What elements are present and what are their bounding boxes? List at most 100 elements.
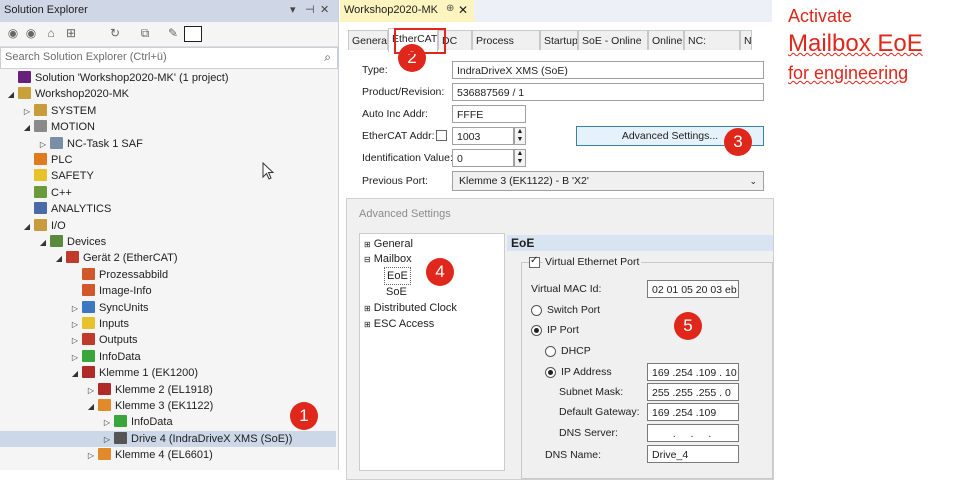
- tree-item[interactable]: ▷ Outputs: [0, 332, 336, 348]
- search-icon[interactable]: ⌕: [324, 50, 331, 65]
- ecaddr-spinner[interactable]: ▲ ▼: [514, 127, 526, 145]
- project-icon: [18, 87, 31, 100]
- properties-wrench-icon[interactable]: ✎: [166, 26, 180, 40]
- tree-item[interactable]: ▷ Klemme 4 (EL6601): [0, 447, 336, 463]
- tab-general[interactable]: General: [348, 30, 388, 50]
- ident-field[interactable]: 0: [452, 149, 514, 167]
- tab-soe-online[interactable]: SoE - Online: [578, 30, 648, 50]
- expander-icon[interactable]: ▷: [22, 104, 32, 120]
- ip-address-label: IP Address: [561, 366, 612, 378]
- tree-item[interactable]: ▷ Drive 4 (IndraDriveX XMS (SoE)): [0, 430, 336, 448]
- tree-item[interactable]: ▷ SyncUnits: [0, 300, 336, 316]
- expander-icon[interactable]: ▷: [70, 350, 80, 366]
- autoinc-field[interactable]: FFFE: [452, 105, 526, 123]
- back-icon[interactable]: ◉: [6, 26, 20, 40]
- tree-item[interactable]: PLC: [0, 152, 336, 168]
- document-tab[interactable]: Workshop2020-MK ⊕ ✕: [340, 0, 474, 22]
- tree-item[interactable]: ◢ Devices: [0, 234, 336, 250]
- ip-address-radio[interactable]: [545, 367, 556, 378]
- tree-item[interactable]: Prozessabbild: [0, 267, 336, 283]
- expander-icon[interactable]: ◢: [54, 251, 64, 267]
- product-field[interactable]: 536887569 / 1: [452, 83, 764, 101]
- dns-name-field[interactable]: Drive_4: [647, 445, 739, 463]
- expander-icon[interactable]: ▷: [70, 301, 80, 317]
- expander-icon[interactable]: ▷: [38, 137, 48, 153]
- home-icon[interactable]: ⌂: [44, 26, 58, 40]
- expander-icon[interactable]: ▷: [86, 448, 96, 464]
- close-icon[interactable]: ✕: [458, 3, 468, 17]
- expander-icon[interactable]: ▷: [102, 432, 112, 448]
- mac-field[interactable]: 02 01 05 20 03 eb: [647, 280, 739, 298]
- tree-item[interactable]: ▷ InfoData: [0, 414, 336, 430]
- tree-item-general[interactable]: ⊞ General: [364, 236, 413, 252]
- tree-item[interactable]: ANALYTICS: [0, 201, 336, 217]
- tree-item[interactable]: Image-Info: [0, 283, 336, 299]
- pin-icon[interactable]: ⊕: [446, 3, 454, 14]
- tree-item-mailbox[interactable]: ⊟ Mailbox: [364, 251, 412, 267]
- tree-item[interactable]: ◢ Klemme 3 (EK1122): [0, 398, 336, 414]
- tree-item[interactable]: ◢ MOTION: [0, 119, 336, 135]
- virtual-port-checkbox[interactable]: ✓: [529, 255, 540, 268]
- dhcp-radio[interactable]: [545, 346, 556, 357]
- expander-icon[interactable]: ◢: [86, 399, 96, 415]
- tab-startup[interactable]: Startup: [540, 30, 578, 50]
- tree-item[interactable]: Solution 'Workshop2020-MK' (1 project): [0, 70, 336, 86]
- expander-icon[interactable]: ◢: [70, 366, 80, 382]
- tree-item[interactable]: ◢ Gerät 2 (EtherCAT): [0, 250, 336, 266]
- expander-icon[interactable]: ◢: [6, 87, 16, 103]
- prevport-dropdown[interactable]: Klemme 3 (EK1122) - B 'X2' ⌄: [452, 171, 764, 191]
- dns-server-field[interactable]: . . .: [647, 424, 739, 442]
- expander-icon[interactable]: ◢: [38, 235, 48, 251]
- dropdown-arrow-icon[interactable]: ▾: [290, 3, 296, 16]
- forward-icon[interactable]: ◉: [24, 26, 38, 40]
- tree-item-esc-access[interactable]: ⊞ ESC Access: [364, 316, 434, 332]
- collapse-icon[interactable]: ⊟: [364, 255, 371, 264]
- ecaddr-field[interactable]: 1003: [452, 127, 514, 145]
- gateway-field[interactable]: 169 .254 .109 .151: [647, 403, 739, 437]
- tree-item[interactable]: ▷ SYSTEM: [0, 103, 336, 119]
- expander-icon[interactable]: ▷: [102, 415, 112, 431]
- tree-item-soe[interactable]: SoE: [386, 284, 407, 300]
- tab-online[interactable]: Online: [648, 30, 684, 50]
- tab-process-data[interactable]: Process Data: [472, 30, 540, 50]
- tree-item[interactable]: ▷ Klemme 2 (EL1918): [0, 382, 336, 398]
- type-field[interactable]: IndraDriveX XMS (SoE): [452, 61, 764, 79]
- syncunits-icon: [82, 300, 95, 313]
- ip-port-radio[interactable]: [531, 325, 542, 336]
- ip-address-field[interactable]: 169 .254 .109 . 10: [647, 363, 739, 381]
- tree-item-label: Prozessabbild: [99, 268, 169, 281]
- tree-item[interactable]: ▷ Inputs: [0, 316, 336, 332]
- tree-item-distributed-clock[interactable]: ⊞ Distributed Clock: [364, 300, 457, 316]
- solution-search-box[interactable]: Search Solution Explorer (Ctrl+ü) ⌕: [0, 47, 338, 69]
- tree-item[interactable]: ▷ NC-Task 1 SAF: [0, 136, 336, 152]
- tree-item[interactable]: ◢ Workshop2020-MK: [0, 86, 336, 102]
- expander-icon[interactable]: ▷: [70, 317, 80, 333]
- preview-icon[interactable]: [184, 26, 202, 42]
- tree-item[interactable]: ▷ InfoData: [0, 349, 336, 365]
- collapse-all-icon[interactable]: ⧉: [138, 26, 152, 40]
- tab-nc[interactable]: NC: [740, 30, 752, 50]
- expand-icon[interactable]: ⊞: [364, 240, 371, 249]
- expander-icon[interactable]: ▷: [86, 383, 96, 399]
- expander-icon[interactable]: ◢: [22, 219, 32, 235]
- expand-icon[interactable]: ⊞: [364, 304, 371, 313]
- close-icon[interactable]: ✕: [320, 3, 329, 16]
- tree-item-eoe[interactable]: EoE: [384, 267, 411, 285]
- pin-icon[interactable]: ⊣: [305, 3, 315, 16]
- tab-nc-online[interactable]: NC: Online: [684, 30, 740, 50]
- tree-item[interactable]: ◢ Klemme 1 (EK1200): [0, 365, 336, 381]
- expander-icon[interactable]: ▷: [70, 333, 80, 349]
- ecaddr-checkbox[interactable]: [436, 130, 447, 141]
- switch-port-radio[interactable]: [531, 305, 542, 316]
- ident-spinner[interactable]: ▲ ▼: [514, 149, 526, 167]
- search-input[interactable]: Search Solution Explorer (Ctrl+ü): [5, 51, 167, 63]
- expander-icon[interactable]: ◢: [22, 120, 32, 136]
- tree-item-label: Image-Info: [99, 285, 152, 298]
- tree-item[interactable]: SAFETY: [0, 168, 336, 184]
- tree-item[interactable]: ◢ I/O: [0, 218, 336, 234]
- history-icon[interactable]: ↻: [108, 26, 122, 40]
- switch-views-icon[interactable]: ⊞: [64, 26, 78, 40]
- tree-item[interactable]: C++: [0, 185, 336, 201]
- subnet-field[interactable]: 255 .255 .255 . 0: [647, 383, 739, 401]
- expand-icon[interactable]: ⊞: [364, 320, 371, 329]
